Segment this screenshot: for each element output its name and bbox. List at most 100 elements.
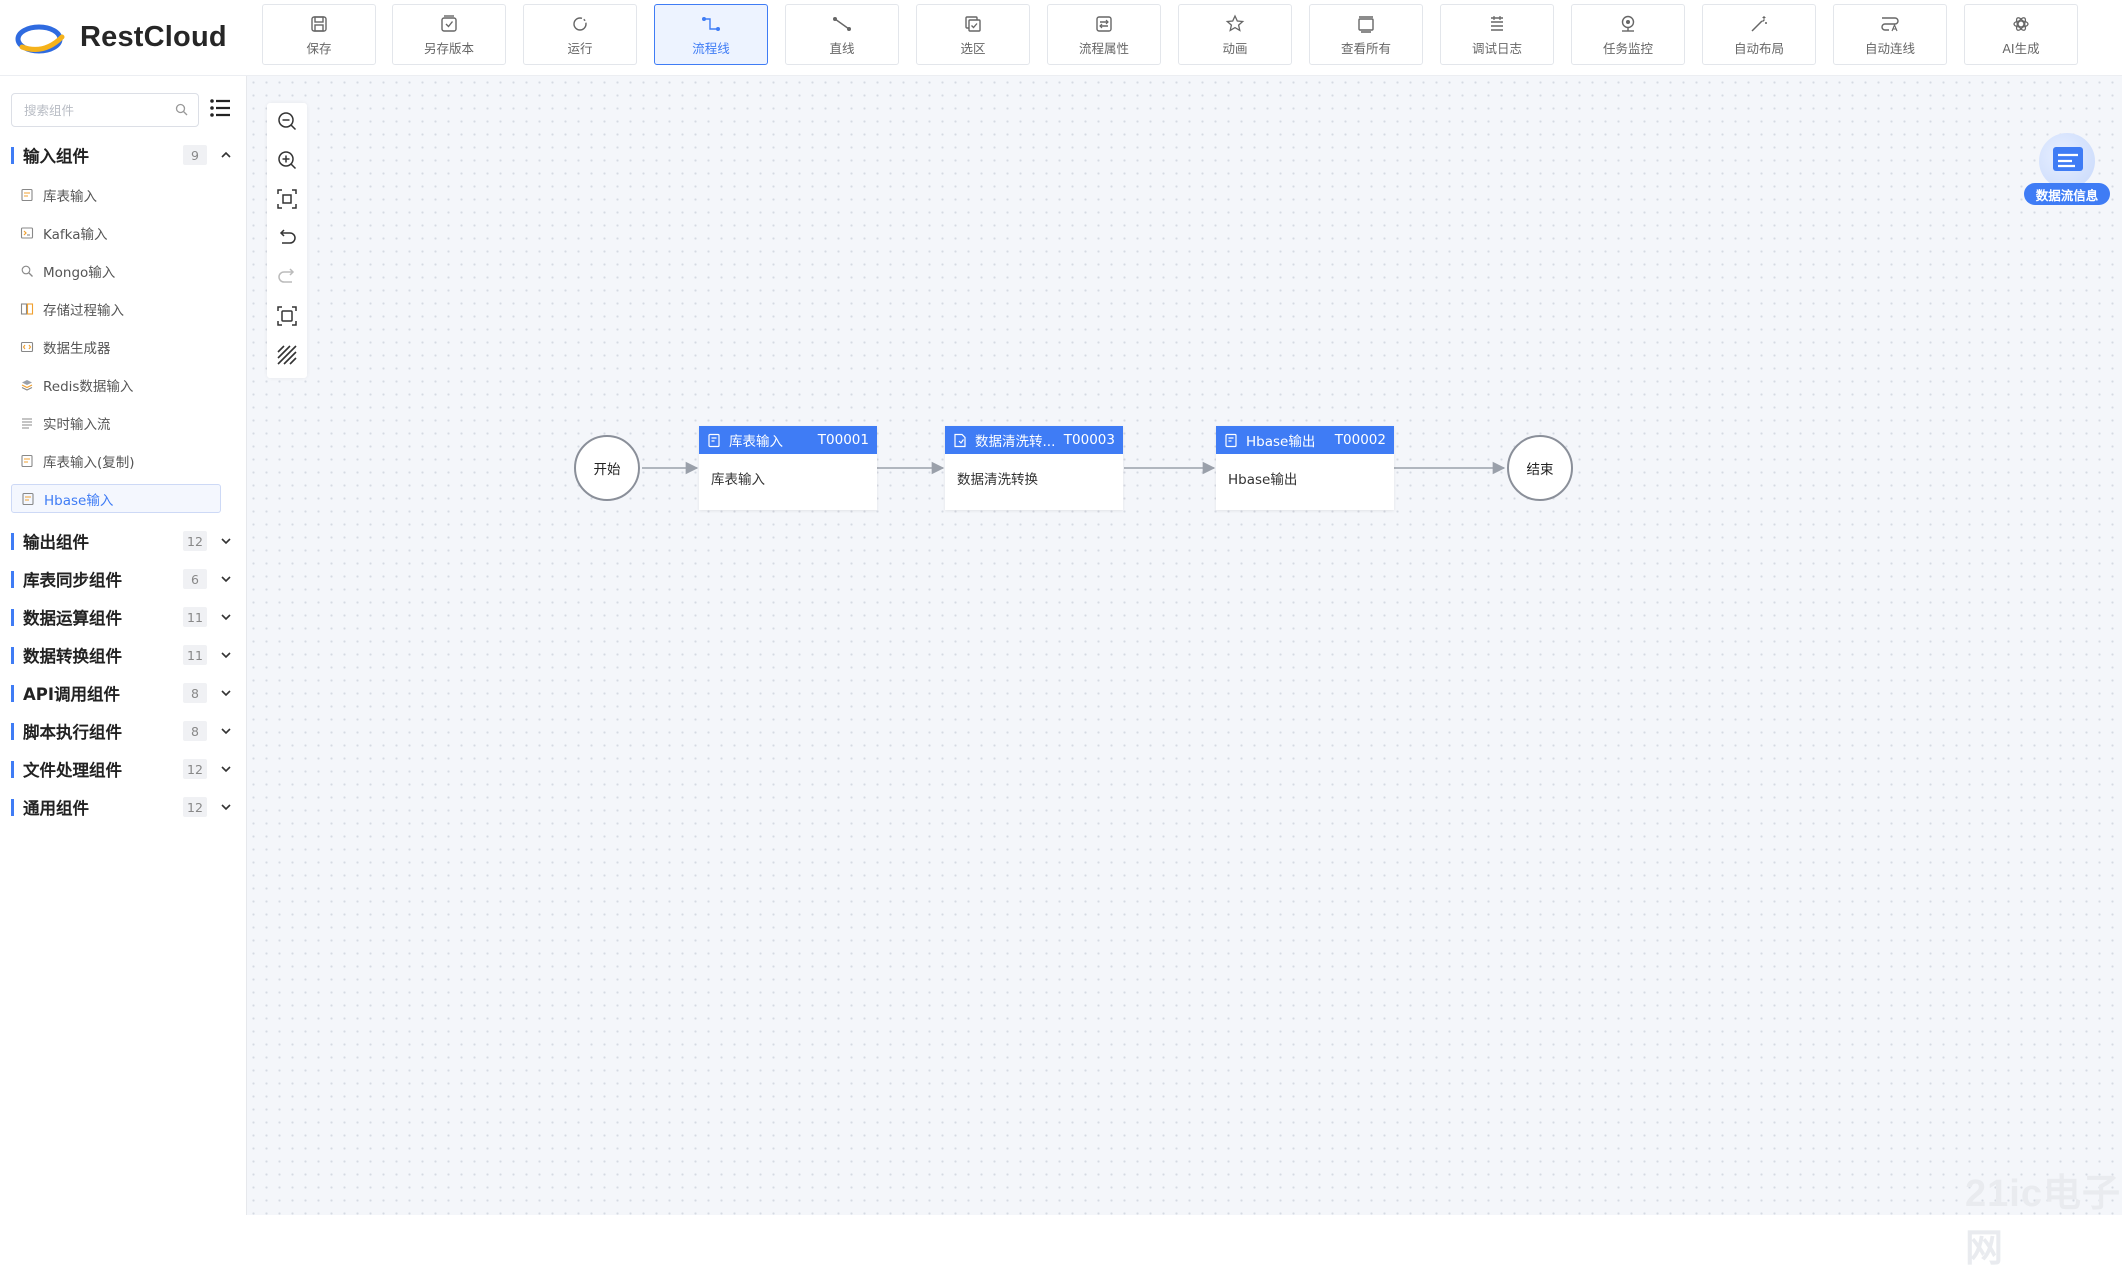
undo-icon[interactable] <box>275 226 299 250</box>
redis-stack-icon <box>19 377 35 393</box>
node-id: T00001 <box>817 432 869 448</box>
chevron-down-icon[interactable] <box>217 760 235 778</box>
component-search-input[interactable] <box>22 101 175 119</box>
group-marker <box>11 722 14 740</box>
sidebar-item-redis-input[interactable]: Redis数据输入 <box>11 370 221 399</box>
straight-line-icon <box>831 13 853 35</box>
grid-toggle-icon[interactable] <box>275 343 299 367</box>
redo-icon[interactable] <box>275 265 299 289</box>
task-monitor-icon <box>1617 13 1639 35</box>
group-count-badge: 9 <box>183 145 207 165</box>
group-marker <box>11 570 14 588</box>
flow-node-hbase-output[interactable]: Hbase输出 T00002 Hbase输出 <box>1216 426 1394 510</box>
data-flow-info-button[interactable]: 数据流信息 <box>2024 133 2110 207</box>
sidebar-item-realtime-stream[interactable]: 实时输入流 <box>11 408 221 437</box>
group-input-components[interactable]: 输入组件 9 <box>11 140 235 170</box>
node-title: 数据清洗转... <box>975 434 1056 450</box>
zoom-out-icon[interactable] <box>275 109 299 133</box>
sidebar-item-table-input[interactable]: 库表输入 <box>11 180 221 209</box>
chevron-down-icon[interactable] <box>217 532 235 550</box>
zoom-in-icon[interactable] <box>275 148 299 172</box>
flow-canvas[interactable] <box>247 76 2122 1215</box>
list-view-icon[interactable] <box>208 96 232 122</box>
group-label: 输出组件 <box>23 533 89 552</box>
group-data-compute-components[interactable]: 数据运算组件 11 <box>11 602 235 632</box>
ai-generate-icon <box>2010 13 2032 35</box>
group-marker <box>11 146 14 164</box>
end-node[interactable]: 结束 <box>1507 435 1573 501</box>
start-node-label: 开始 <box>593 462 621 478</box>
search-icon[interactable] <box>175 101 188 120</box>
flow-node-table-input[interactable]: 库表输入 T00001 库表输入 <box>699 426 877 510</box>
debug-log-button[interactable]: 调试日志 <box>1440 4 1554 65</box>
chevron-down-icon[interactable] <box>217 646 235 664</box>
flow-properties-button[interactable]: 流程属性 <box>1047 4 1161 65</box>
group-marker <box>11 684 14 702</box>
chevron-down-icon[interactable] <box>217 798 235 816</box>
top-header: RestCloud 保存 另存版本 运行 流程线 直线 选区 流程属性 动画 查… <box>0 0 2122 76</box>
flow-properties-icon <box>1093 13 1115 35</box>
group-table-sync-components[interactable]: 库表同步组件 6 <box>11 564 235 594</box>
view-all-icon <box>1355 13 1377 35</box>
animation-icon <box>1224 13 1246 35</box>
group-marker <box>11 608 14 626</box>
chevron-down-icon[interactable] <box>217 684 235 702</box>
chevron-down-icon[interactable] <box>217 608 235 626</box>
item-label: Mongo输入 <box>43 264 116 281</box>
start-node[interactable]: 开始 <box>574 435 640 501</box>
view-all-button[interactable]: 查看所有 <box>1309 4 1423 65</box>
group-general-components[interactable]: 通用组件 12 <box>11 792 235 822</box>
document-icon <box>953 433 968 448</box>
save-button[interactable]: 保存 <box>262 4 376 65</box>
chevron-up-icon[interactable] <box>217 146 235 164</box>
component-search-box[interactable] <box>11 93 199 127</box>
chevron-down-icon[interactable] <box>217 570 235 588</box>
selection-button[interactable]: 选区 <box>916 4 1030 65</box>
chevron-down-icon[interactable] <box>217 722 235 740</box>
node-title: Hbase输出 <box>1246 434 1316 450</box>
group-marker <box>11 532 14 550</box>
sidebar-item-hbase-input[interactable]: Hbase输入 <box>11 484 221 513</box>
stream-icon <box>19 415 35 431</box>
group-label: 库表同步组件 <box>23 571 122 590</box>
data-flow-info-icon <box>2039 133 2095 189</box>
actual-size-icon[interactable] <box>275 304 299 328</box>
stored-procedure-icon <box>19 301 35 317</box>
ai-generate-label: AI生成 <box>2002 40 2040 56</box>
auto-layout-button[interactable]: 自动布局 <box>1702 4 1816 65</box>
hbase-input-icon <box>20 491 36 507</box>
task-monitor-button[interactable]: 任务监控 <box>1571 4 1685 65</box>
sidebar-item-stored-procedure-input[interactable]: 存储过程输入 <box>11 294 221 323</box>
group-script-components[interactable]: 脚本执行组件 8 <box>11 716 235 746</box>
group-file-processing-components[interactable]: 文件处理组件 12 <box>11 754 235 784</box>
group-api-call-components[interactable]: API调用组件 8 <box>11 678 235 708</box>
group-output-components[interactable]: 输出组件 12 <box>11 526 235 556</box>
fit-view-icon[interactable] <box>275 187 299 211</box>
flow-node-data-cleanse[interactable]: 数据清洗转... T00003 数据清洗转换 <box>945 426 1123 510</box>
animation-button[interactable]: 动画 <box>1178 4 1292 65</box>
item-label: 库表输入 <box>43 188 97 205</box>
task-monitor-label: 任务监控 <box>1602 40 1653 56</box>
sidebar-item-table-input-copy[interactable]: 库表输入(复制) <box>11 446 221 475</box>
ai-generate-button[interactable]: AI生成 <box>1964 4 2078 65</box>
auto-connect-label: 自动连线 <box>1864 40 1915 56</box>
run-button[interactable]: 运行 <box>523 4 637 65</box>
sidebar-item-data-generator[interactable]: 数据生成器 <box>11 332 221 361</box>
mongo-input-icon <box>19 263 35 279</box>
save-version-button[interactable]: 另存版本 <box>392 4 506 65</box>
auto-layout-icon <box>1748 13 1770 35</box>
data-flow-info-label: 数据流信息 <box>2024 183 2110 205</box>
sidebar-item-kafka-input[interactable]: Kafka输入 <box>11 218 221 247</box>
group-label: 文件处理组件 <box>23 761 122 780</box>
group-data-transform-components[interactable]: 数据转换组件 11 <box>11 640 235 670</box>
node-body: 库表输入 <box>711 472 765 488</box>
flow-line-button[interactable]: 流程线 <box>654 4 768 65</box>
document-icon <box>707 433 722 448</box>
selection-label: 选区 <box>960 40 986 56</box>
sidebar-item-mongo-input[interactable]: Mongo输入 <box>11 256 221 285</box>
straight-line-button[interactable]: 直线 <box>785 4 899 65</box>
auto-connect-button[interactable]: 自动连线 <box>1833 4 1947 65</box>
node-body: Hbase输出 <box>1228 472 1298 488</box>
item-label: 库表输入(复制) <box>43 454 135 471</box>
item-label: 实时输入流 <box>43 416 111 433</box>
